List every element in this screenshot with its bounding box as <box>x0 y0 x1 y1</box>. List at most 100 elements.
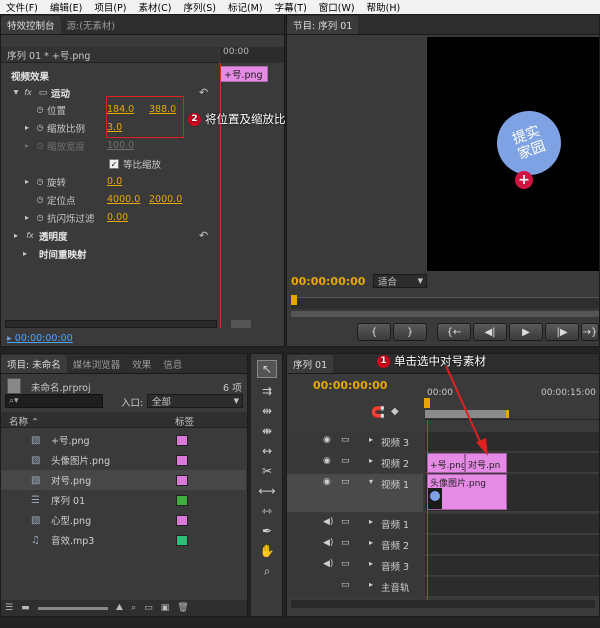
go-to-out-button[interactable]: →} <box>581 323 599 341</box>
expand-triangle-icon[interactable]: ▸ <box>21 177 33 186</box>
pen-tool-icon[interactable]: ✒ <box>257 522 277 540</box>
tab-program[interactable]: 节目: 序列 01 <box>287 15 359 34</box>
track-header[interactable]: ◀) ▭ ▸ 音频 2 <box>287 535 423 555</box>
eye-icon[interactable]: ◉ <box>323 435 331 445</box>
clip-avatar-v1[interactable]: 头像图片.png <box>427 474 507 510</box>
fit-dropdown[interactable]: 适合 ▼ <box>373 274 427 288</box>
expand-triangle-icon[interactable]: ▸ <box>369 538 373 547</box>
list-view-icon[interactable]: ☰ <box>5 603 13 613</box>
track-lane[interactable] <box>425 514 599 534</box>
track-lock-icon[interactable]: ▭ <box>341 456 350 466</box>
expand-triangle-icon[interactable]: ▸ <box>369 559 373 568</box>
go-to-in-button[interactable]: {← <box>437 323 471 341</box>
selection-tool-icon[interactable]: ↖ <box>257 360 277 378</box>
new-bin-icon[interactable]: ▭ <box>144 603 153 613</box>
label-color-swatch[interactable] <box>176 454 188 466</box>
project-item[interactable]: ▧ 对号.png <box>1 470 246 490</box>
menu-edit[interactable]: 编辑(E) <box>44 0 88 14</box>
track-header[interactable]: ◉ ▭ ▸ 视频 3 <box>287 432 423 452</box>
track-lane[interactable] <box>425 577 599 597</box>
mark-out-button[interactable]: } <box>393 323 427 341</box>
eye-icon[interactable]: ◉ <box>323 477 331 487</box>
rolling-edit-tool-icon[interactable]: ⇼ <box>257 422 277 440</box>
delete-icon[interactable]: 🗑 <box>177 603 188 613</box>
menu-marker[interactable]: 标记(M) <box>222 0 269 14</box>
in-dropdown[interactable]: 全部 ▼ <box>147 394 243 408</box>
hand-tool-icon[interactable]: ✋ <box>257 542 277 560</box>
track-lane[interactable] <box>425 556 599 576</box>
track-header[interactable]: ◀) ▭ ▸ 音频 1 <box>287 514 423 534</box>
expand-triangle-icon[interactable]: ▸ <box>21 123 33 132</box>
expand-triangle-icon[interactable]: ▾ <box>11 87 21 98</box>
playhead-marker[interactable] <box>424 398 430 408</box>
menu-project[interactable]: 项目(P) <box>88 0 132 14</box>
label-color-swatch[interactable] <box>176 494 188 506</box>
ec-timecode[interactable]: ▸ 00:00:00:00 <box>7 333 73 344</box>
slip-tool-icon[interactable]: ⟷ <box>257 482 277 500</box>
anchor-x-value[interactable]: 4000.0 <box>107 194 149 205</box>
track-header[interactable]: ◉ ▭ ▾ 视频 1 <box>287 474 423 512</box>
expand-triangle-icon[interactable]: ▾ <box>369 477 373 486</box>
speaker-icon[interactable]: ◀) <box>323 559 333 569</box>
automate-icon[interactable]: ⛰ <box>116 603 124 613</box>
tab-sequence[interactable]: 序列 01 <box>287 354 334 373</box>
project-item[interactable]: ☰ 序列 01 <box>1 490 246 510</box>
menu-window[interactable]: 窗口(W) <box>313 0 361 14</box>
slide-tool-icon[interactable]: ⇿ <box>257 502 277 520</box>
stopwatch-icon[interactable]: ◷ <box>33 213 47 222</box>
rotation-value[interactable]: 0.0 <box>107 176 122 187</box>
snap-icon[interactable]: 🧲 <box>371 406 385 419</box>
reset-icon[interactable]: ↶ <box>199 86 208 99</box>
opacity-row[interactable]: ▸ fx 透明度 ↶ <box>1 227 219 244</box>
track-header[interactable]: ◉ ▭ ▸ 视频 2 <box>287 453 423 473</box>
track-select-tool-icon[interactable]: ⇉ <box>257 382 277 400</box>
uniform-scale-checkbox[interactable]: ✓ <box>109 158 119 169</box>
tab-effect-controls[interactable]: 特效控制台 <box>1 15 61 34</box>
marker-icon[interactable]: ◆ <box>391 406 399 417</box>
label-color-swatch[interactable] <box>176 474 188 486</box>
expand-triangle-icon[interactable]: ▸ <box>369 517 373 526</box>
track-header[interactable]: ▭ ▸ 主音轨 <box>287 577 423 597</box>
col-name-header[interactable]: 名称 ⌃ <box>9 414 39 428</box>
stopwatch-icon[interactable]: ◷ <box>33 195 47 204</box>
program-zoom-bar[interactable] <box>291 311 599 317</box>
stopwatch-icon[interactable]: ◷ <box>33 123 47 132</box>
project-item[interactable]: ▧ 心型.png <box>1 510 246 530</box>
expand-triangle-icon[interactable]: ▸ <box>369 456 373 465</box>
program-time-ruler[interactable] <box>291 297 599 309</box>
timeline-hscroll[interactable] <box>291 600 595 608</box>
zoom-slider[interactable] <box>37 606 108 610</box>
project-item[interactable]: ♫ 音效.mp3 <box>1 530 246 550</box>
zoom-tool-icon[interactable]: ⌕ <box>257 562 277 580</box>
ec-zoom-slider[interactable] <box>5 320 217 328</box>
track-lock-icon[interactable]: ▭ <box>341 580 350 590</box>
new-item-icon[interactable]: ▣ <box>161 603 170 613</box>
track-lock-icon[interactable]: ▭ <box>341 517 350 527</box>
reset-icon[interactable]: ↶ <box>199 229 208 242</box>
label-color-swatch[interactable] <box>176 514 188 526</box>
ec-scrollbar-thumb[interactable] <box>231 320 251 328</box>
menu-clip[interactable]: 素材(C) <box>132 0 177 14</box>
menu-file[interactable]: 文件(F) <box>0 0 44 14</box>
icon-view-icon[interactable]: ▬ <box>21 603 30 613</box>
speaker-icon[interactable]: ◀) <box>323 538 333 548</box>
expand-triangle-icon[interactable]: ▸ <box>21 213 33 222</box>
menu-title[interactable]: 字幕(T) <box>269 0 313 14</box>
find-icon[interactable]: ⌕ <box>131 603 136 613</box>
tab-effects[interactable]: 效果 <box>126 355 157 373</box>
step-back-button[interactable]: ◀| <box>473 323 507 341</box>
tab-media-browser[interactable]: 媒体浏览器 <box>67 355 127 373</box>
project-search-input[interactable]: ⌕▾ <box>5 394 103 408</box>
tab-info[interactable]: 信息 <box>157 355 188 373</box>
track-lock-icon[interactable]: ▭ <box>341 538 350 548</box>
eye-icon[interactable]: ◉ <box>323 456 331 466</box>
time-remap-row[interactable]: ▸ 时间重映射 <box>1 245 87 262</box>
label-color-swatch[interactable] <box>176 434 188 446</box>
speaker-icon[interactable]: ◀) <box>323 517 333 527</box>
step-forward-button[interactable]: |▶ <box>545 323 579 341</box>
menu-help[interactable]: 帮助(H) <box>361 0 407 14</box>
track-lane[interactable] <box>425 535 599 555</box>
menu-sequence[interactable]: 序列(S) <box>178 0 222 14</box>
program-playhead[interactable] <box>291 295 297 305</box>
expand-triangle-icon[interactable]: ▸ <box>369 580 373 589</box>
